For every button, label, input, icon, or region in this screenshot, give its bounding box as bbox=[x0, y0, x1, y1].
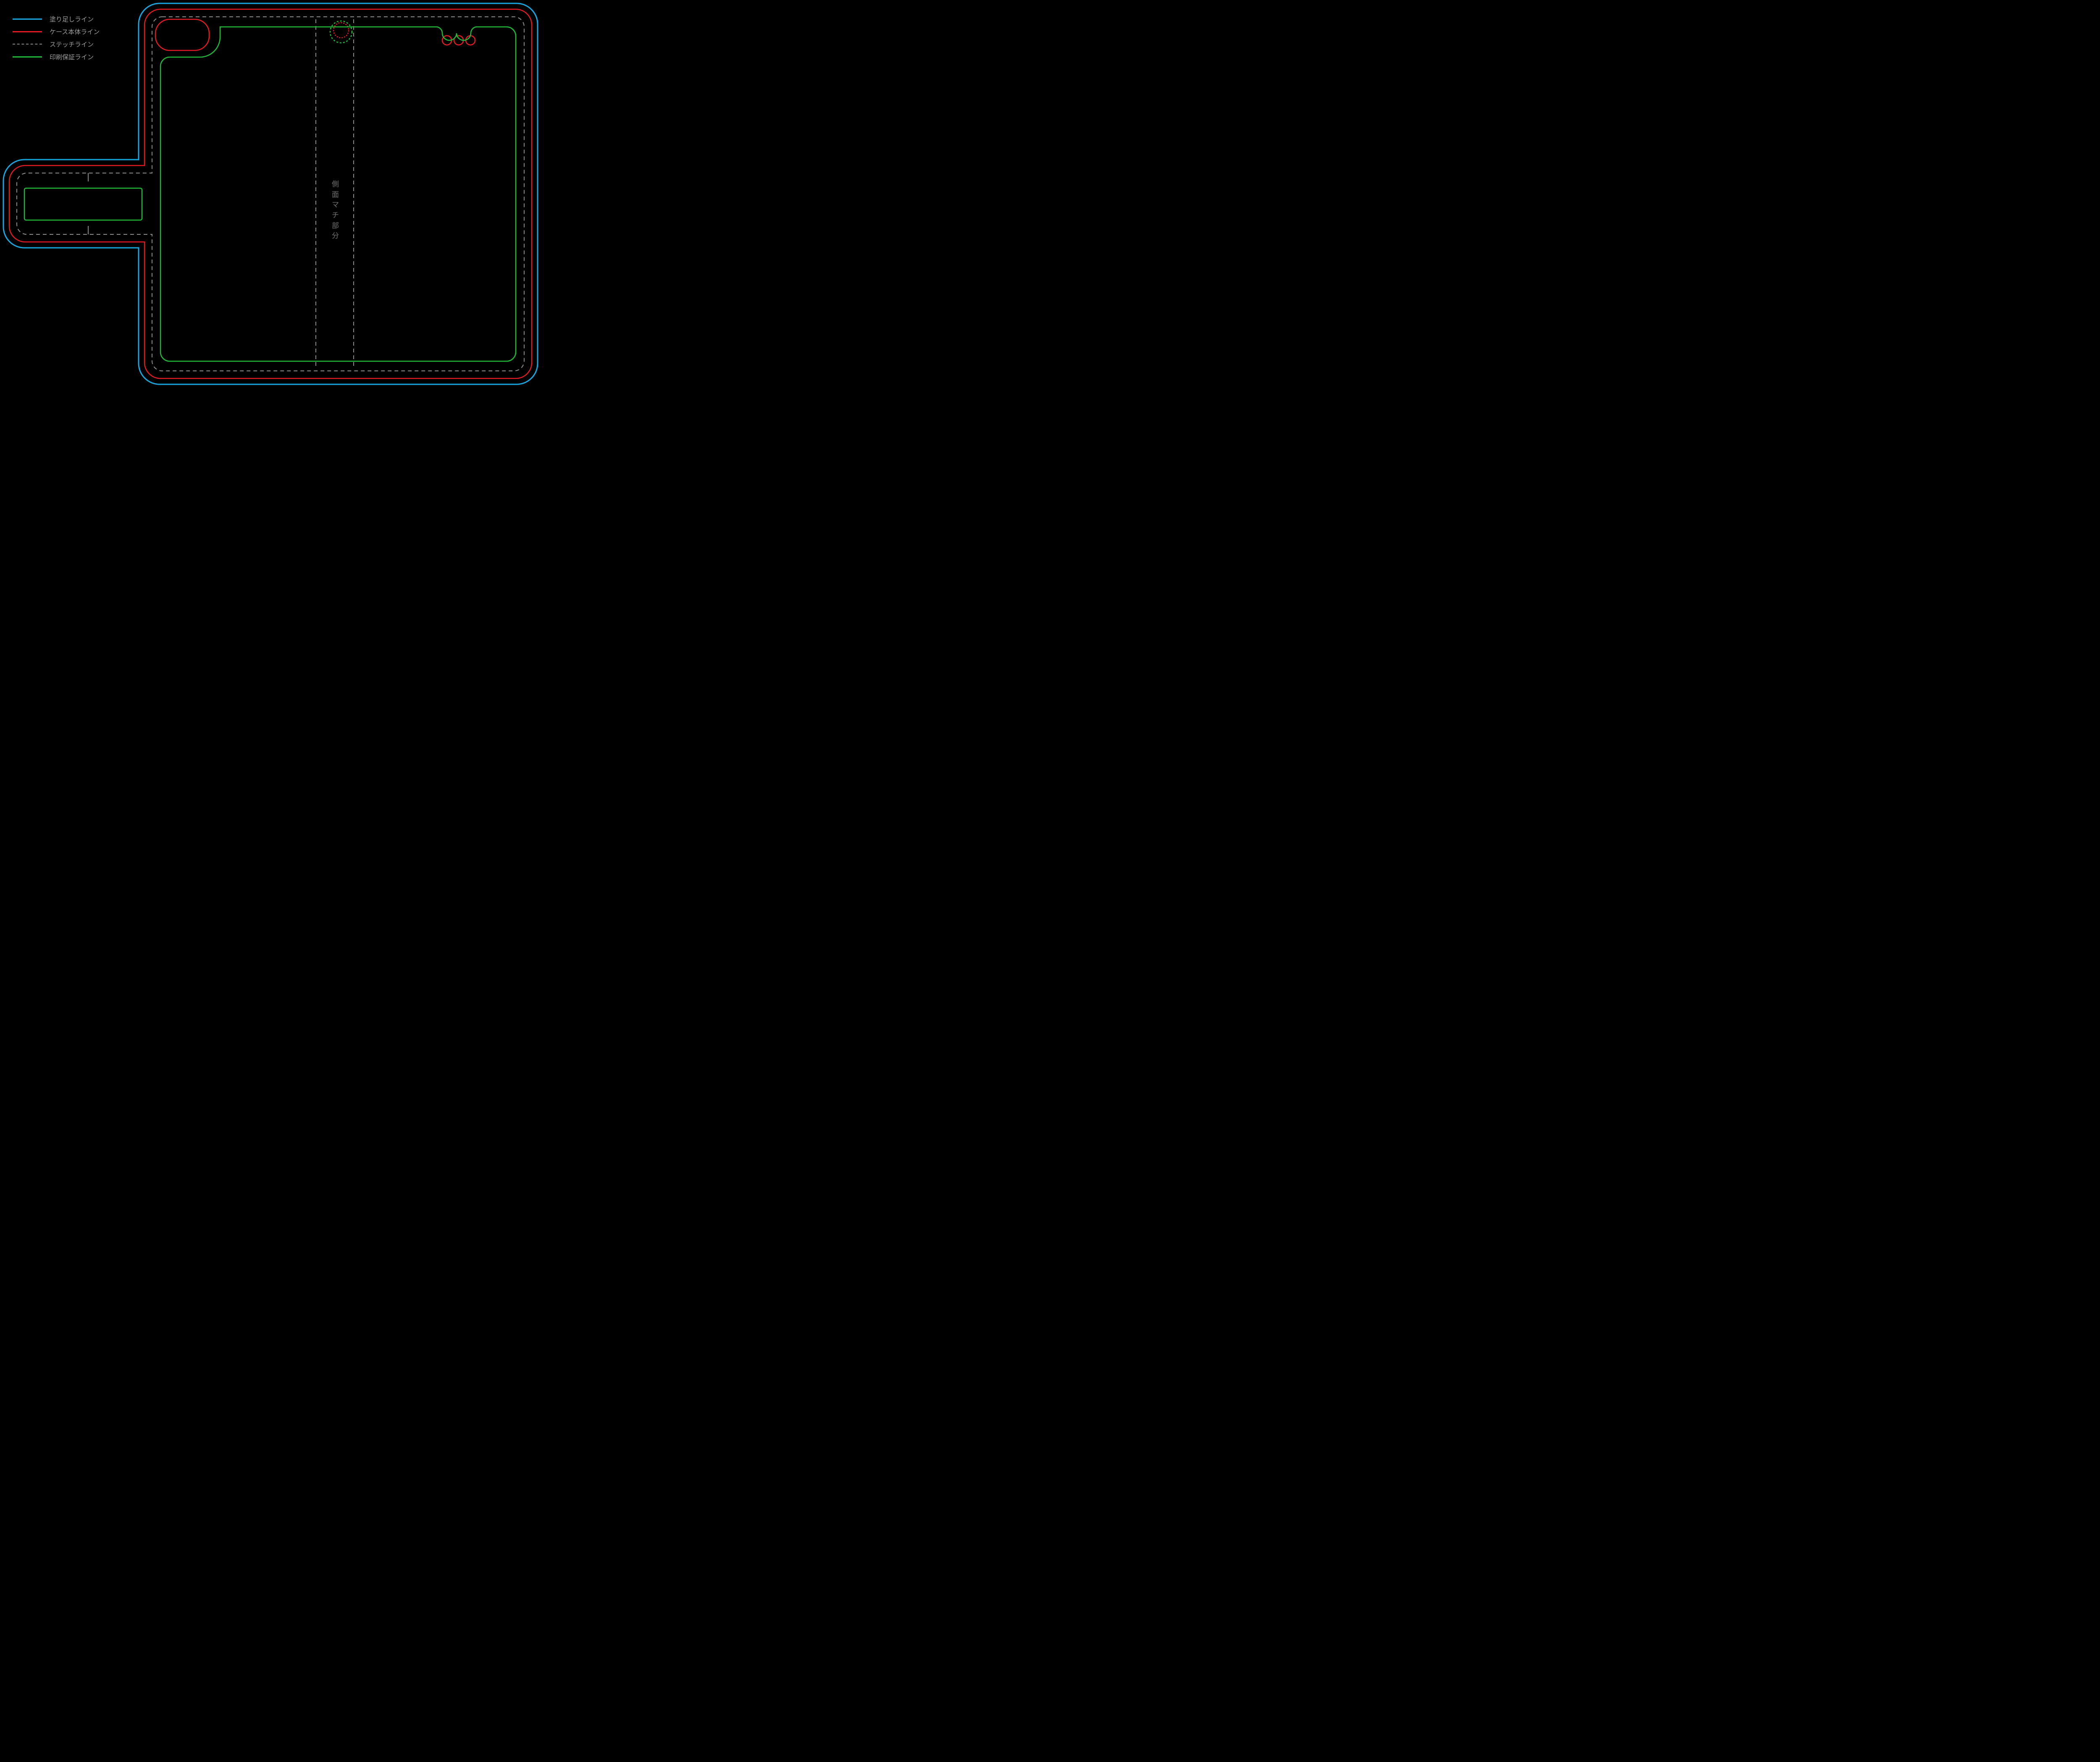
dieline-svg bbox=[0, 0, 550, 388]
stitch-outline bbox=[17, 17, 524, 371]
body-outline bbox=[9, 9, 532, 378]
print-safe-outline bbox=[24, 21, 516, 361]
bleed-outline bbox=[3, 3, 538, 384]
